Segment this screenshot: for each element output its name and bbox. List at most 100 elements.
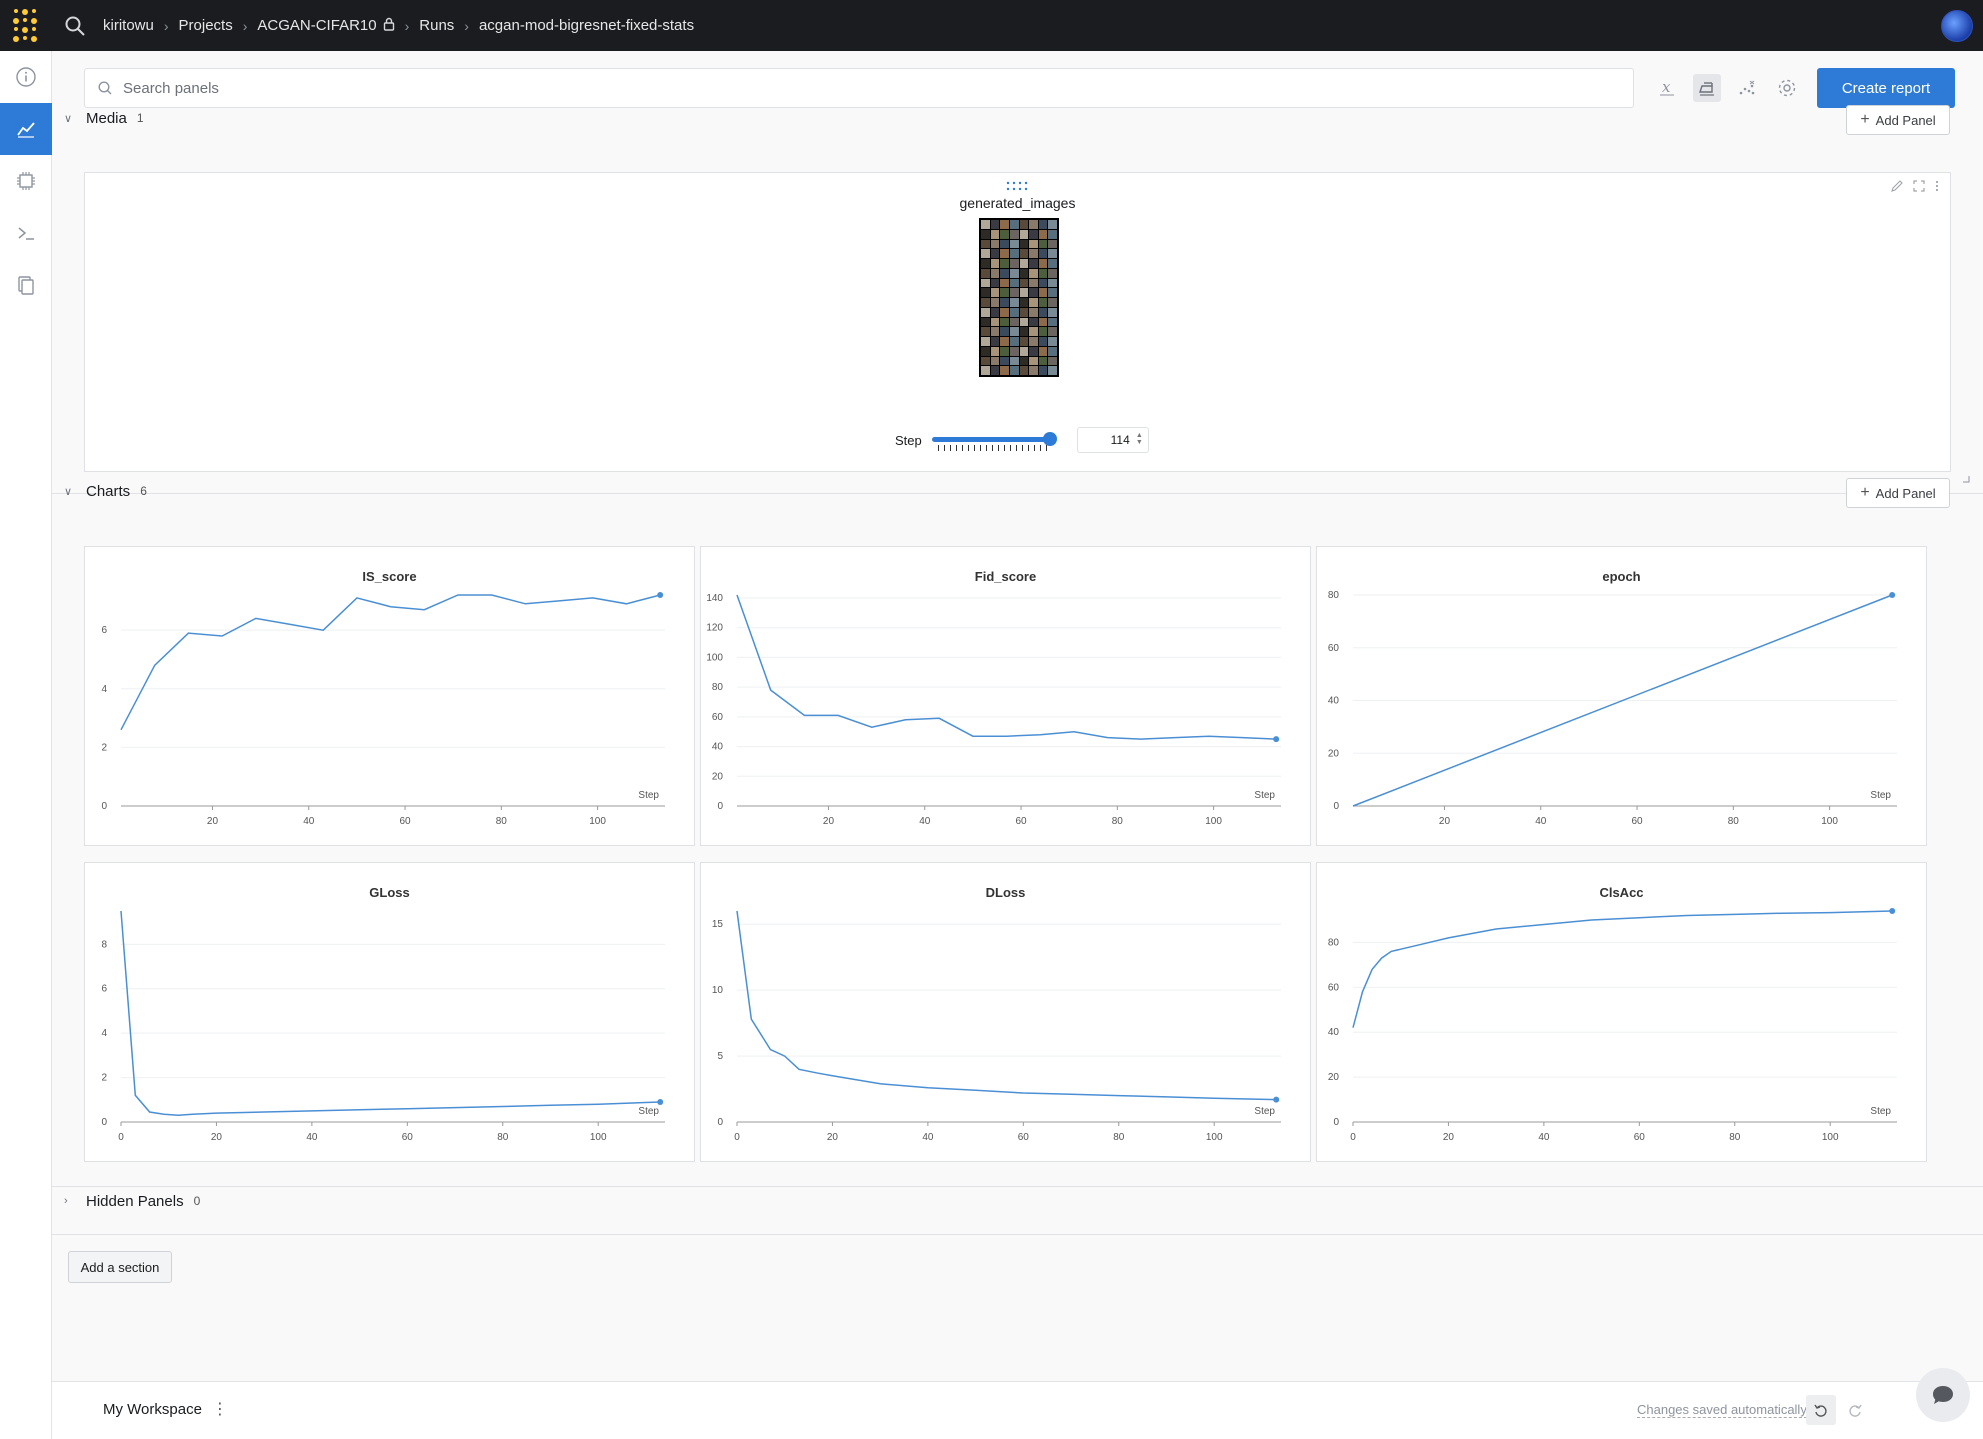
x-tick-label: 60 bbox=[1018, 1132, 1030, 1143]
generated-image-thumb bbox=[1048, 298, 1057, 307]
resize-handle-icon[interactable] bbox=[1962, 475, 1970, 483]
media-section-header[interactable]: ∨ Media 1 bbox=[64, 106, 144, 130]
wandb-logo[interactable] bbox=[0, 0, 51, 51]
workspace-selector[interactable]: My Workspace ⋮ bbox=[103, 1399, 228, 1419]
rail-system[interactable] bbox=[0, 155, 52, 207]
generated-image-thumb bbox=[1000, 249, 1009, 258]
info-icon bbox=[16, 67, 36, 87]
generated-image-thumb bbox=[1009, 327, 1019, 336]
x-tick-label: 80 bbox=[1728, 816, 1740, 827]
logo-dots-icon bbox=[12, 9, 38, 42]
y-tick-label: 80 bbox=[1328, 590, 1340, 601]
x-axis-label: Step bbox=[1870, 1106, 1891, 1117]
x-tick-label: 0 bbox=[734, 1132, 740, 1143]
chevron-right-icon: › bbox=[464, 17, 469, 34]
create-report-button[interactable]: Create report bbox=[1817, 68, 1955, 108]
generated-image-thumb bbox=[1038, 239, 1048, 249]
step-control: Step 114 ▲ ▼ bbox=[895, 427, 1149, 453]
footer: My Workspace ⋮ Changes saved automatical… bbox=[52, 1368, 1983, 1439]
breadcrumb-projects[interactable]: Projects bbox=[179, 17, 233, 34]
x-axis-label: Step bbox=[1254, 1106, 1275, 1117]
chat-button[interactable] bbox=[1916, 1368, 1970, 1422]
chart-panel[interactable]: ClsAcc 0 20 40 60 80 0 20 40 60 80 100 Step bbox=[1316, 862, 1927, 1162]
generated-images-grid[interactable] bbox=[979, 218, 1059, 377]
breadcrumb-runs[interactable]: Runs bbox=[419, 17, 454, 34]
generated-image-thumb bbox=[1048, 249, 1057, 258]
add-section-button[interactable]: Add a section bbox=[68, 1251, 172, 1283]
generated-image-thumb bbox=[1029, 337, 1038, 346]
x-tick-label: 40 bbox=[303, 816, 315, 827]
x-tick-label: 0 bbox=[1350, 1132, 1356, 1143]
chart-panel[interactable]: IS_score 0 2 4 6 20 40 60 80 100 Step bbox=[84, 546, 695, 846]
generated-image-thumb bbox=[1038, 229, 1048, 239]
x-axis-button[interactable]: x bbox=[1653, 74, 1681, 102]
edit-pencil-icon[interactable] bbox=[1890, 179, 1904, 193]
search-icon[interactable] bbox=[63, 14, 87, 38]
x-axis-label: Step bbox=[638, 1106, 659, 1117]
y-tick-label: 40 bbox=[1328, 696, 1340, 707]
line-chart: 024680 20 40 60 80 100Step bbox=[101, 910, 665, 1143]
generated-image-thumb bbox=[1019, 337, 1029, 346]
breadcrumb-user[interactable]: kiritowu bbox=[103, 17, 154, 34]
generated-image-thumb bbox=[990, 307, 1000, 317]
chart-panel[interactable]: GLoss 0 2 4 6 8 0 20 40 60 80 100 Step bbox=[84, 862, 695, 1162]
y-tick-label: 120 bbox=[706, 623, 723, 634]
x-axis-label: Step bbox=[1254, 790, 1275, 801]
more-vertical-icon[interactable] bbox=[1934, 179, 1940, 193]
search-panels-input[interactable] bbox=[123, 79, 1523, 97]
settings-button[interactable] bbox=[1773, 74, 1801, 102]
media-panel: generated_images Step 114 ▲ ▼ bbox=[84, 172, 1970, 483]
generated-image-thumb bbox=[1038, 220, 1048, 229]
chart-panel[interactable]: Fid_score 0 20 40 60 80 100 120 140 20 40 60 80 100 St… bbox=[700, 546, 1311, 846]
x-tick-label: 100 bbox=[1206, 1132, 1223, 1143]
line-chart: 0 5 10 15 0 20 40 60 80 100 Step bbox=[712, 910, 1281, 1143]
avatar[interactable] bbox=[1941, 10, 1973, 42]
generated-image-thumb bbox=[1038, 259, 1048, 268]
x-tick-label: 60 bbox=[1634, 1132, 1646, 1143]
rail-files[interactable] bbox=[0, 259, 52, 311]
y-tick-label: 4 bbox=[101, 1028, 107, 1039]
search-panels[interactable] bbox=[84, 68, 1634, 108]
chart-panel[interactable]: DLoss 0 5 10 15 0 20 40 60 80 100 Step bbox=[700, 862, 1311, 1162]
rail-overview[interactable] bbox=[0, 51, 52, 103]
y-tick-label: 60 bbox=[1328, 643, 1340, 654]
y-tick-label: 0 bbox=[101, 801, 107, 812]
generated-image-thumb bbox=[1000, 346, 1009, 356]
rail-logs[interactable] bbox=[0, 207, 52, 259]
y-tick-label: 0 bbox=[101, 1117, 107, 1128]
slider-track bbox=[931, 437, 1052, 442]
x-axis-label: Step bbox=[638, 790, 659, 801]
more-vertical-icon[interactable]: ⋮ bbox=[212, 1399, 228, 1419]
x-tick-label: 20 bbox=[827, 1132, 839, 1143]
x-tick-label: 0 bbox=[118, 1132, 124, 1143]
rail-charts[interactable] bbox=[0, 103, 52, 155]
step-input[interactable]: 114 ▲ ▼ bbox=[1076, 427, 1149, 453]
y-tick-label: 2 bbox=[101, 742, 107, 753]
spinner-icon[interactable]: ▲ ▼ bbox=[1136, 432, 1143, 446]
generated-image-thumb bbox=[1029, 220, 1038, 229]
redo-button[interactable] bbox=[1840, 1395, 1870, 1425]
generated-image-thumb bbox=[990, 327, 1000, 336]
charts-section-header[interactable]: ∨ Charts 6 bbox=[64, 479, 147, 503]
fullscreen-icon[interactable] bbox=[1912, 179, 1926, 193]
chart-panel[interactable]: epoch 0 20 40 60 80 20 40 60 80 100 Step bbox=[1316, 546, 1927, 846]
generated-image-thumb bbox=[1029, 259, 1038, 268]
generated-image-thumb bbox=[1009, 229, 1019, 239]
generated-image-thumb bbox=[1038, 327, 1048, 336]
breadcrumb-run[interactable]: acgan-mod-bigresnet-fixed-stats bbox=[479, 17, 694, 34]
slider-thumb[interactable] bbox=[1042, 432, 1057, 446]
add-panel-button[interactable]: + Add Panel bbox=[1846, 478, 1950, 508]
drag-handle-icon[interactable] bbox=[1006, 181, 1030, 191]
smoothing-button[interactable] bbox=[1693, 74, 1721, 102]
undo-button[interactable] bbox=[1806, 1395, 1836, 1425]
add-panel-button[interactable]: + Add Panel bbox=[1846, 105, 1950, 135]
step-slider[interactable] bbox=[931, 431, 1057, 451]
outliers-button[interactable] bbox=[1733, 74, 1761, 102]
x-tick-label: 20 bbox=[207, 816, 219, 827]
generated-image-thumb bbox=[990, 268, 1000, 278]
generated-image-thumb bbox=[1019, 317, 1029, 327]
hidden-panels-header[interactable]: › Hidden Panels 0 bbox=[64, 1189, 200, 1213]
breadcrumb-project[interactable]: ACGAN-CIFAR10 bbox=[257, 17, 376, 34]
generated-image-thumb bbox=[990, 366, 1000, 375]
generated-image-thumb bbox=[1000, 239, 1009, 249]
